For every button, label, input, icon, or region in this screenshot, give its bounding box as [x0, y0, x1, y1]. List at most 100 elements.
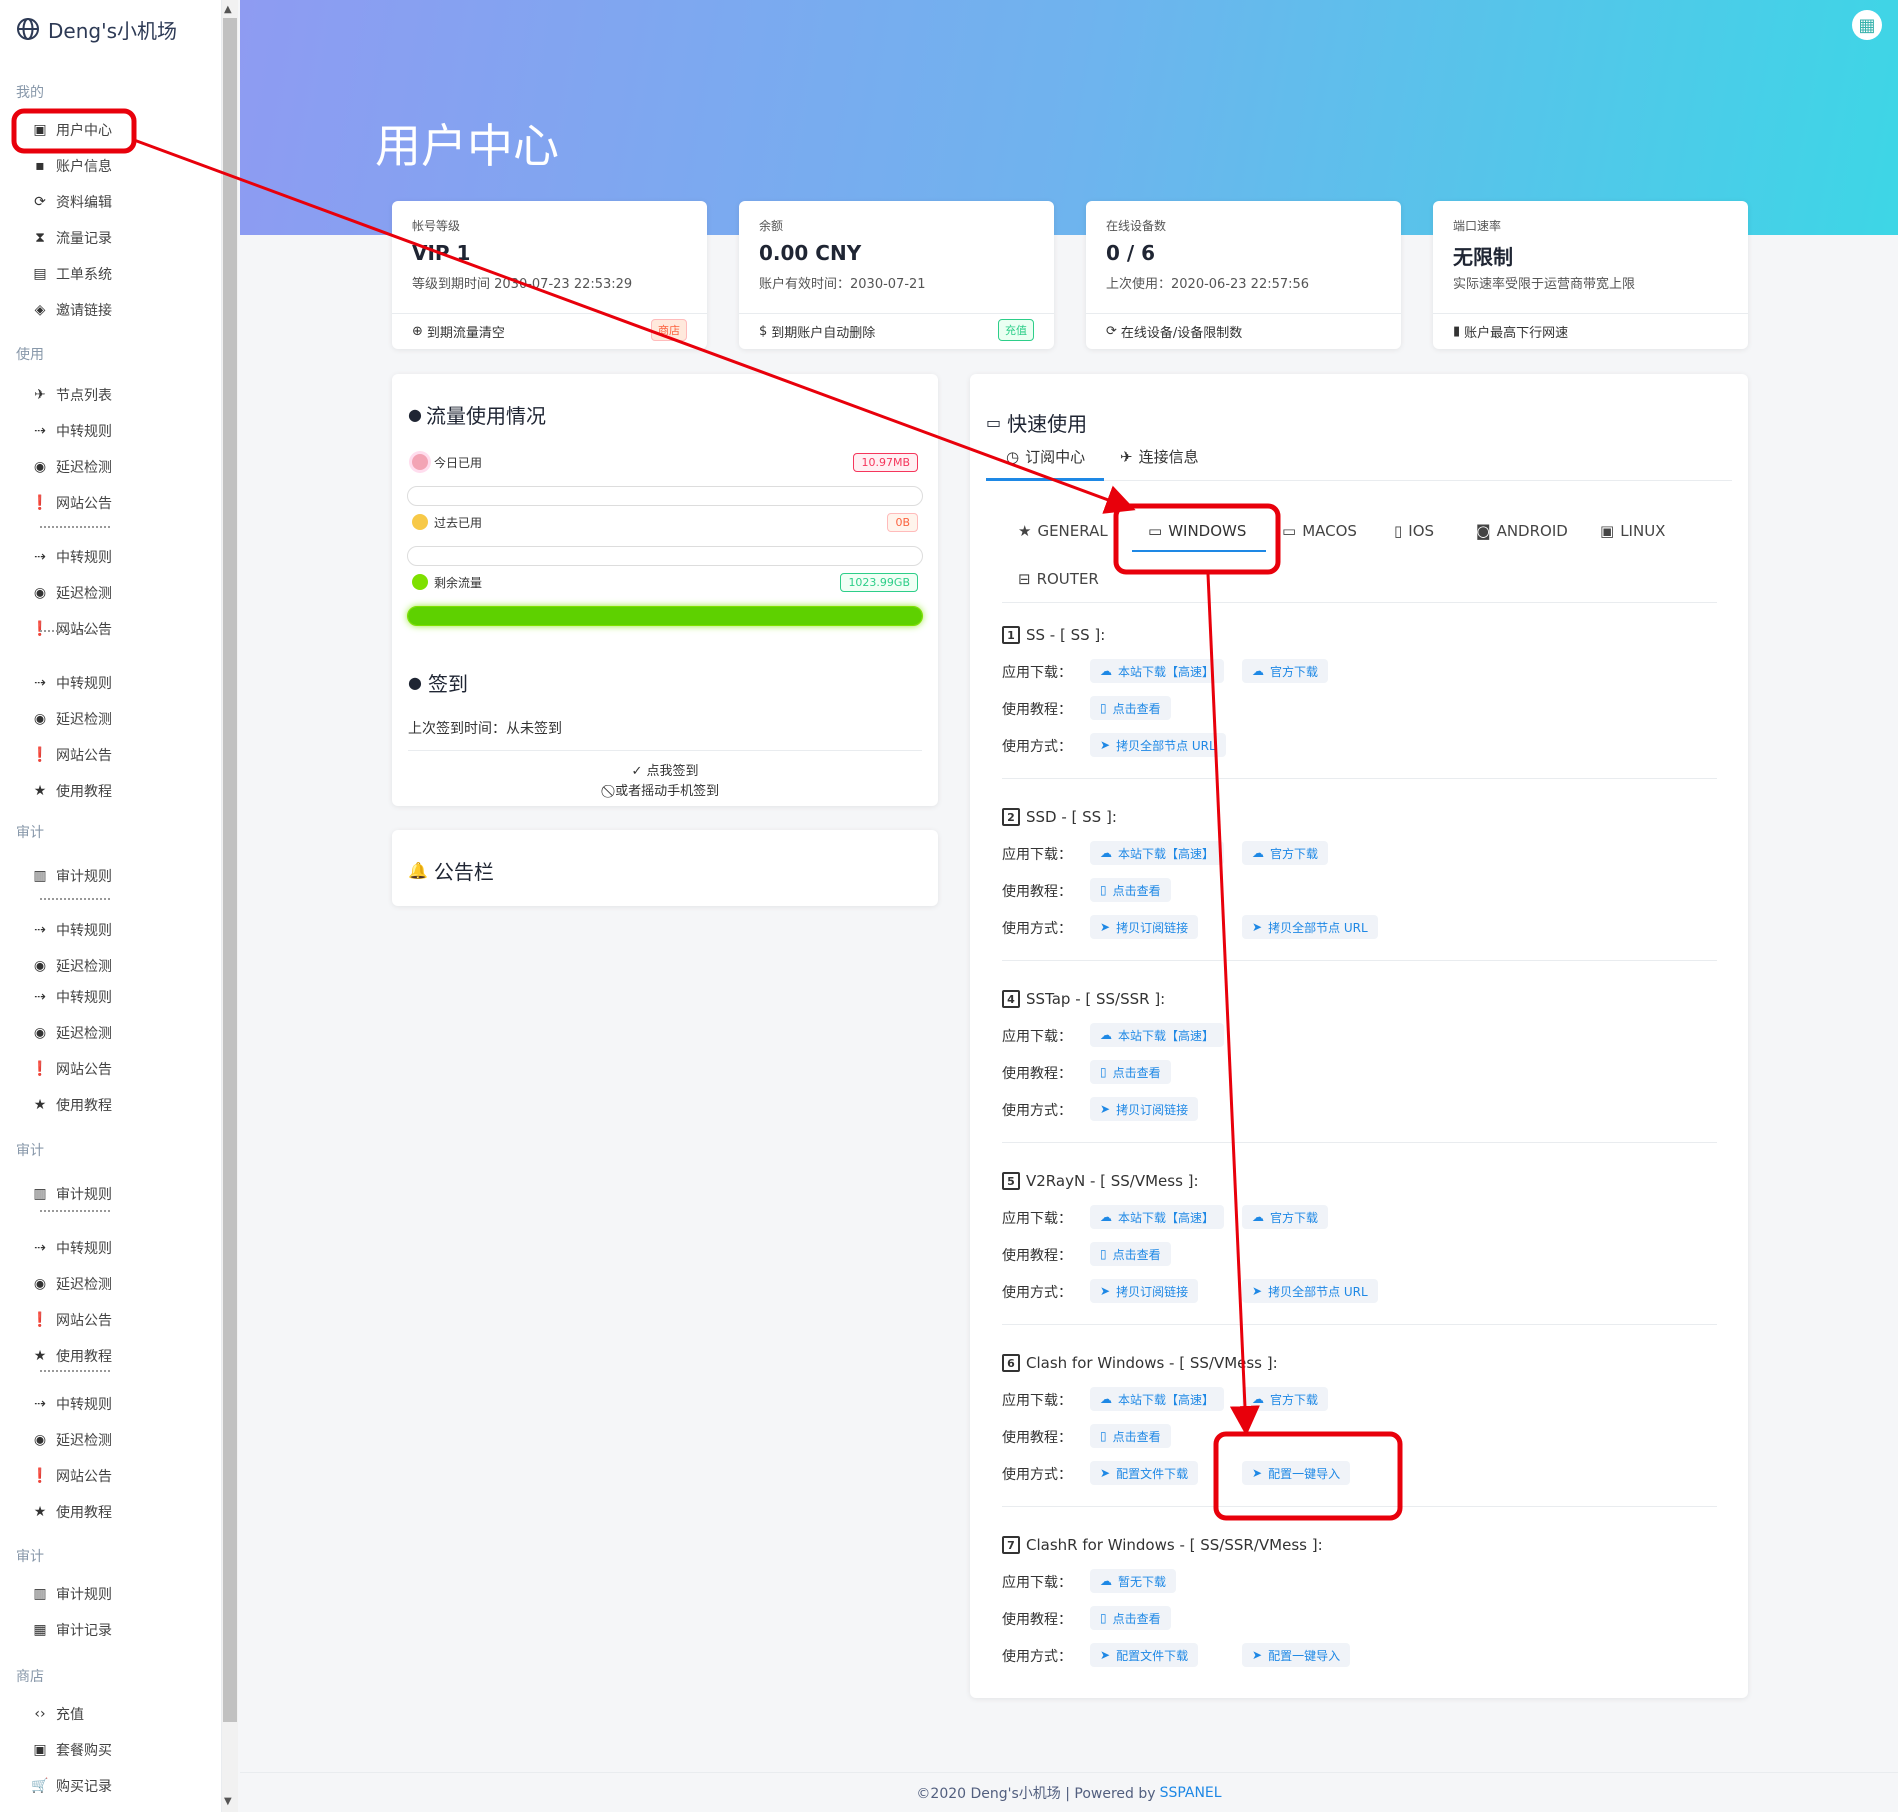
sidebar-scrollbar-thumb[interactable] [223, 18, 237, 1722]
sidebar-item[interactable]: ✈ 节点列表 [32, 383, 112, 407]
os-tab-android[interactable]: ◙ ANDROID [1476, 520, 1568, 542]
os-tab-router[interactable]: ⊟ ROUTER [1018, 568, 1099, 590]
sidebar-item[interactable]: ⟳ 资料编辑 [32, 190, 112, 214]
sidebar-item[interactable]: ★ 使用教程 [32, 1344, 112, 1368]
sidebar-item[interactable]: ◈ 邀请链接 [32, 298, 112, 322]
usage-button[interactable]: ➤ 拷贝全部节点 URL [1242, 915, 1378, 939]
tab-subscription[interactable]: ◷ 订阅中心 [1006, 446, 1085, 467]
tutorial-button[interactable]: ▯ 点击查看 [1090, 1606, 1171, 1630]
download-button[interactable]: ☁ 官方下载 [1242, 1387, 1329, 1411]
android-icon: ◙ [1476, 522, 1491, 540]
sidebar-item-label: 中转规则 [56, 550, 112, 566]
sidebar-item[interactable]: ⇢ 中转规则 [32, 1236, 112, 1260]
sync-icon: ⟳ [34, 194, 46, 210]
sidebar-item-label: 套餐购买 [56, 1743, 112, 1759]
stat-label: 在线设备数 [1106, 219, 1167, 233]
tutorial-button[interactable]: ▯ 点击查看 [1090, 1242, 1171, 1266]
recharge-badge[interactable]: 充值 [998, 319, 1034, 341]
sidebar-divider [40, 526, 110, 530]
usage-button[interactable]: ➤ 拷贝全部节点 URL [1242, 1279, 1378, 1303]
remain-progress-fill [408, 607, 922, 625]
sidebar-item[interactable]: ◉ 延迟检测 [32, 581, 112, 605]
sidebar-item[interactable]: ◉ 延迟检测 [32, 707, 112, 731]
sidebar-item[interactable]: ⧗ 流量记录 [32, 226, 112, 250]
sidebar-item[interactable]: ⇢ 中转规则 [32, 985, 112, 1009]
sidebar-item[interactable]: ⇢ 中转规则 [32, 918, 112, 942]
sidebar-item[interactable]: 🛒 购买记录 [31, 1774, 112, 1798]
checkin-title: 签到 [427, 672, 468, 696]
sidebar-item[interactable]: ⇢ 中转规则 [32, 671, 112, 695]
sidebar-item-label: 使用教程 [56, 1349, 112, 1365]
checkin-button[interactable]: ✓ 点我签到 [392, 760, 938, 779]
sidebar-item-label: 邀请链接 [56, 303, 112, 319]
os-tab-general[interactable]: ★ GENERAL [1018, 520, 1108, 542]
tab-connection-info[interactable]: ✈ 连接信息 [1120, 446, 1199, 467]
sidebar-item[interactable]: ◉ 延迟检测 [32, 1272, 112, 1296]
download-button[interactable]: ☁ 暂无下载 [1090, 1569, 1177, 1593]
bank-icon: ▥ [33, 1586, 47, 1602]
tutorial-button[interactable]: ▯ 点击查看 [1090, 1424, 1171, 1448]
sidebar-item[interactable]: ◉ 延迟检测 [32, 1428, 112, 1452]
os-tab-macos[interactable]: ▭ MACOS [1282, 520, 1357, 542]
sidebar-item[interactable]: ★ 使用教程 [32, 1093, 112, 1117]
download-button[interactable]: ☁ 本站下载【高速】 [1090, 659, 1225, 683]
download-button[interactable]: ☁ 官方下载 [1242, 1205, 1329, 1229]
tutorial-button[interactable]: ▯ 点击查看 [1090, 696, 1171, 720]
scroll-up-icon[interactable]: ▲ [224, 4, 232, 15]
sidebar-item[interactable]: ❗ 网站公告 [31, 1057, 112, 1081]
tutorial-button[interactable]: ▯ 点击查看 [1090, 878, 1171, 902]
download-button[interactable]: ☁ 本站下载【高速】 [1090, 841, 1225, 865]
sidebar-item-label: 节点列表 [56, 388, 112, 404]
shop-badge[interactable]: 商店 [651, 319, 687, 341]
download-button[interactable]: ☁ 官方下载 [1242, 841, 1329, 865]
sidebar-item[interactable]: ⇢ 中转规则 [32, 1392, 112, 1416]
usage-button[interactable]: ➤ 拷贝全部节点 URL [1090, 733, 1226, 757]
sidebar-item[interactable]: ❗ 网站公告 [31, 1308, 112, 1332]
sidebar-item[interactable]: ▣ 用户中心 [32, 118, 112, 142]
sidebar-item[interactable]: ◉ 延迟检测 [32, 954, 112, 978]
sidebar-item[interactable]: ▥ 审计规则 [32, 1182, 112, 1206]
sidebar-item[interactable]: ▪ 账户信息 [32, 154, 112, 178]
sidebar-item[interactable]: ▥ 审计规则 [32, 1582, 112, 1606]
sidebar-item[interactable]: ▣ 套餐购买 [32, 1738, 112, 1762]
sidebar-item-label: 资料编辑 [56, 195, 112, 211]
download-button[interactable]: ☁ 本站下载【高速】 [1090, 1387, 1225, 1411]
os-tab-ios[interactable]: ▯ IOS [1394, 520, 1434, 542]
scroll-down-icon[interactable]: ▼ [224, 1796, 232, 1807]
sidebar-item[interactable]: ▦ 审计记录 [32, 1618, 112, 1642]
tutorial-button[interactable]: ▯ 点击查看 [1090, 1060, 1171, 1084]
usage-button[interactable]: ➤ 配置文件下载 [1090, 1461, 1199, 1485]
download-button[interactable]: ☁ 本站下载【高速】 [1090, 1023, 1225, 1047]
send-icon: ➤ [1100, 1284, 1111, 1298]
usage-button[interactable]: ➤ 拷贝订阅链接 [1090, 1097, 1199, 1121]
sidebar-item[interactable]: ❗ 网站公告 [31, 743, 112, 767]
stat-footer-text: 账户最高下行网速 [1464, 326, 1569, 341]
os-tab-linux[interactable]: ▣ LINUX [1600, 520, 1665, 542]
sidebar-item[interactable]: ▥ 审计规则 [32, 864, 112, 888]
sidebar-item[interactable]: ❗ 网站公告 [31, 1464, 112, 1488]
section-divider [1002, 960, 1717, 961]
usage-button[interactable]: ➤ 配置文件下载 [1090, 1643, 1199, 1667]
os-tab-windows[interactable]: ▭ WINDOWS [1148, 520, 1246, 542]
usage-button[interactable]: ➤ 拷贝订阅链接 [1090, 1279, 1199, 1303]
sidebar-item[interactable]: ‹› 充值 [32, 1702, 84, 1726]
sidebar-item[interactable]: ◉ 延迟检测 [32, 1021, 112, 1045]
footer-link[interactable]: SSPANEL [1160, 1785, 1222, 1801]
sidebar-item[interactable]: ⇢ 中转规则 [32, 419, 112, 443]
usage-button[interactable]: ➤ 配置一键导入 [1242, 1461, 1351, 1485]
sidebar-item[interactable]: ★ 使用教程 [32, 779, 112, 803]
download-button[interactable]: ☁ 官方下载 [1242, 659, 1329, 683]
usage-button[interactable]: ➤ 配置一键导入 [1242, 1643, 1351, 1667]
number-box-icon: 5 [1002, 1172, 1020, 1190]
sidebar-item[interactable]: ❗ 网站公告 [31, 491, 112, 515]
sidebar-item[interactable]: ▤ 工单系统 [32, 262, 112, 286]
avatar[interactable]: ▦ [1852, 10, 1882, 40]
sidebar-divider [40, 898, 110, 902]
download-button[interactable]: ☁ 本站下载【高速】 [1090, 1205, 1225, 1229]
sidebar-item[interactable]: ★ 使用教程 [32, 1500, 112, 1524]
sidebar-item[interactable]: ◉ 延迟检测 [32, 455, 112, 479]
sidebar-item[interactable]: ⇢ 中转规则 [32, 545, 112, 569]
usage-button[interactable]: ➤ 拷贝订阅链接 [1090, 915, 1199, 939]
brand[interactable]: Deng's小机场 [16, 16, 177, 43]
sidebar-item[interactable]: ❗ 网站公告 [31, 617, 112, 641]
